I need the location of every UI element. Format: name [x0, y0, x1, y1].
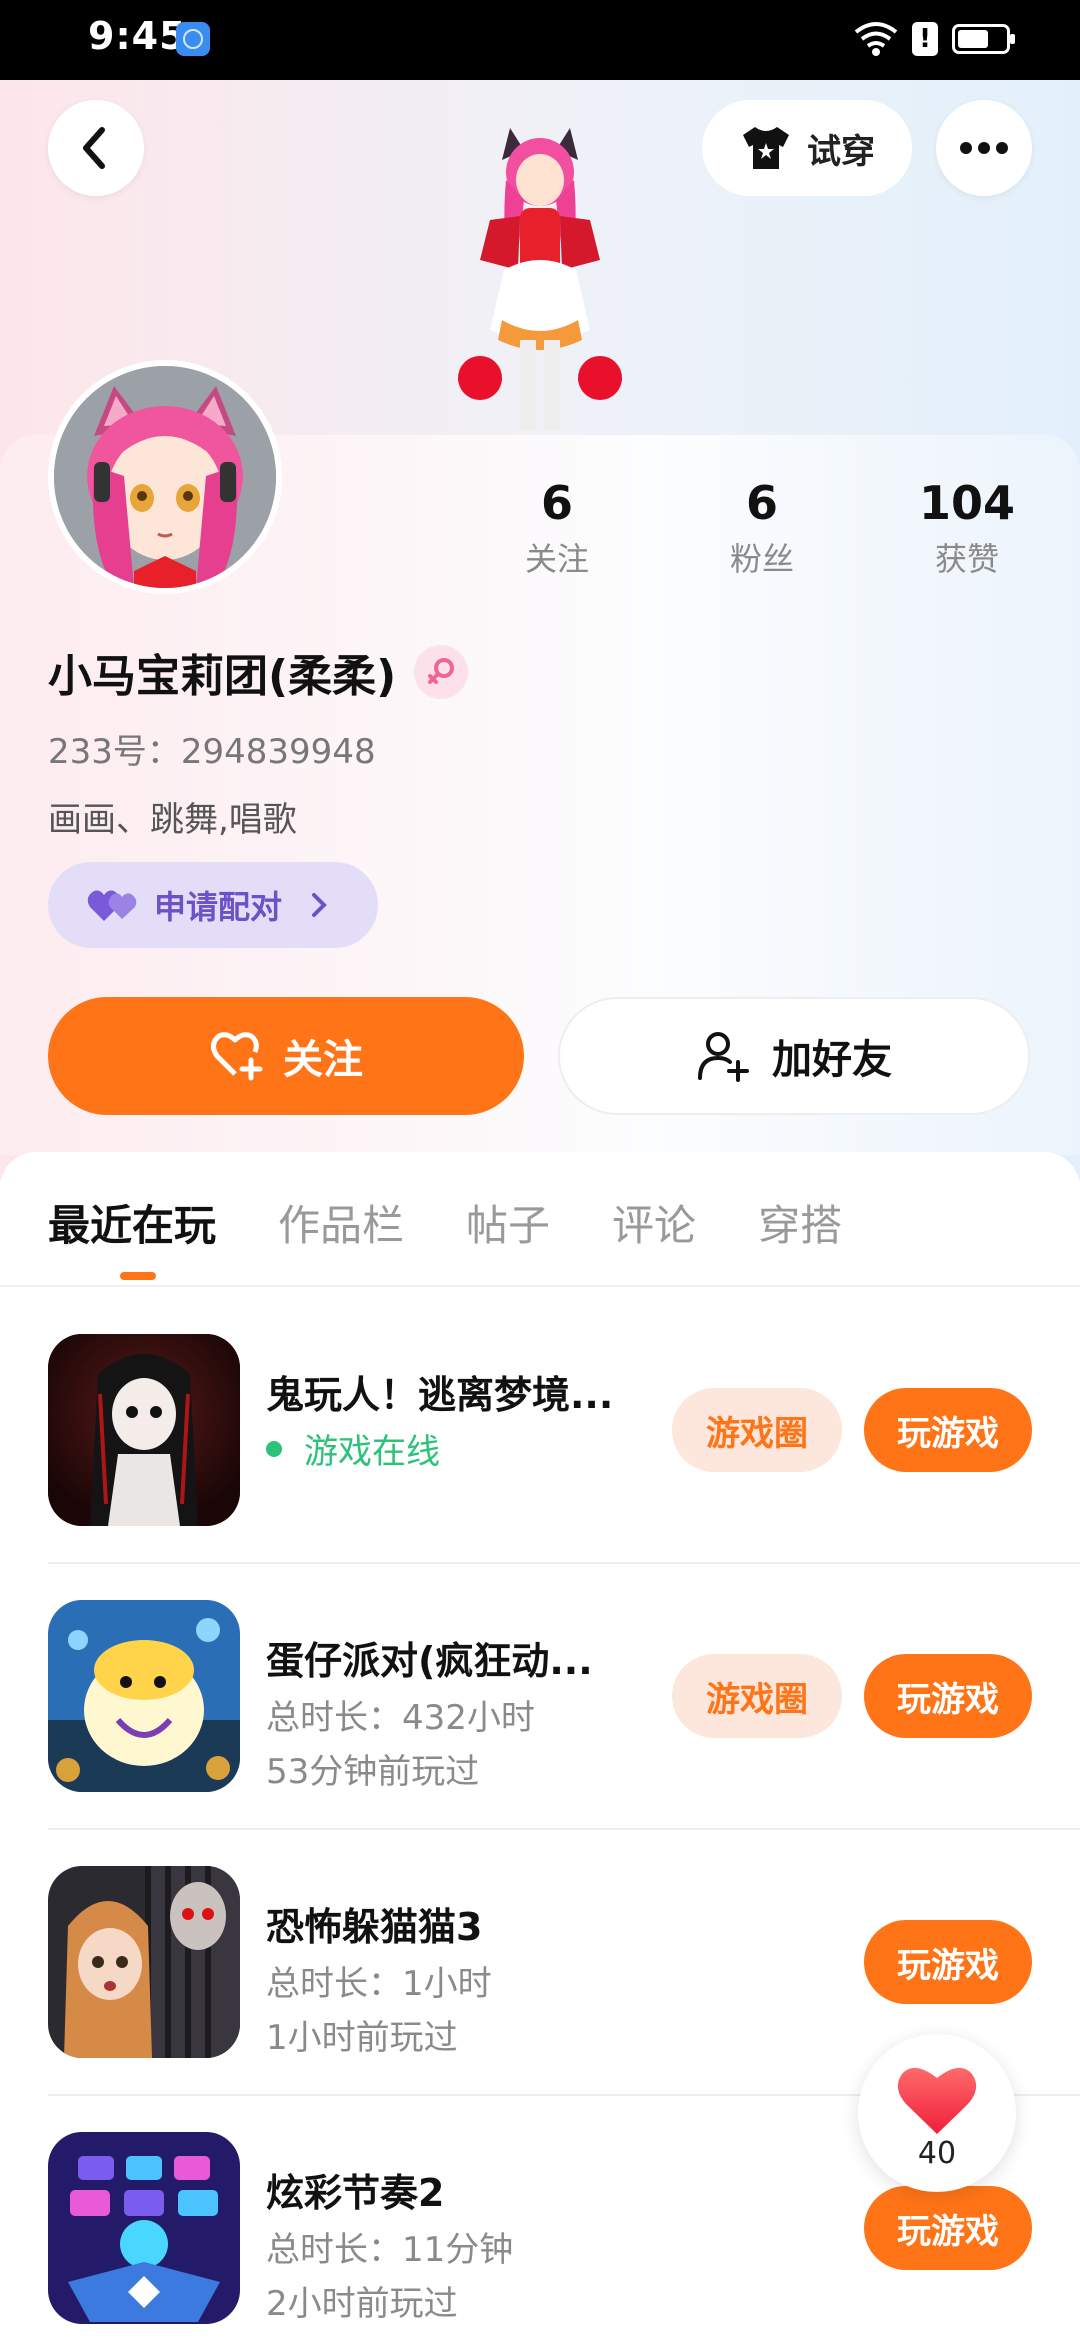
game-title: 蛋仔派对(疯狂动... [266, 1639, 593, 1683]
apply-pair-label: 申请配对 [154, 888, 283, 926]
avatar[interactable] [48, 360, 282, 594]
like-fab[interactable]: 40 [858, 2034, 1016, 2192]
game-circle-button[interactable]: 游戏圈 [672, 1654, 842, 1738]
play-game-button[interactable]: 玩游戏 [864, 1920, 1032, 2004]
game-duration: 总时长：1小时 [266, 1964, 492, 2004]
stat-fans-value: 6 [745, 476, 778, 530]
game-last-played: 53分钟前玩过 [266, 1752, 480, 1792]
stat-fans[interactable]: 6 粉丝 [682, 476, 842, 580]
tab-divider [0, 1285, 1080, 1287]
more-icon [960, 142, 1008, 154]
game-title: 鬼玩人！逃离梦境... [266, 1373, 614, 1417]
stat-likes-label: 获赞 [934, 540, 999, 578]
stat-following[interactable]: 6 关注 [477, 476, 637, 580]
list-divider [48, 1828, 1080, 1830]
user-bio: 画画、跳舞,唱歌 [48, 800, 297, 840]
wifi-icon [854, 22, 898, 56]
stat-fans-label: 粉丝 [729, 540, 794, 578]
tryon-button[interactable]: 试穿 [702, 100, 912, 196]
back-button[interactable] [48, 100, 144, 196]
tab-recently-played[interactable]: 最近在玩 [48, 1192, 216, 1280]
tryon-label: 试穿 [807, 131, 875, 172]
game-title: 恐怖躲猫猫3 [266, 1905, 483, 1949]
status-time: 9:45 [88, 14, 187, 58]
list-divider [48, 1562, 1080, 1564]
like-count: 40 [917, 2136, 957, 2171]
back-arrow-icon [83, 127, 105, 169]
battery-icon [952, 24, 1015, 54]
game-thumbnail [48, 1866, 240, 2058]
heart-icon [897, 2067, 977, 2134]
follow-label: 关注 [283, 1037, 363, 1083]
add-user-icon [698, 1032, 749, 1082]
chevron-right-icon [312, 893, 327, 917]
paired-hearts-icon [87, 890, 137, 921]
play-game-button[interactable]: 玩游戏 [864, 1388, 1032, 1472]
tshirt-icon [743, 127, 789, 169]
tab-outfits[interactable]: 穿搭 [758, 1192, 842, 1253]
female-gender-icon [414, 645, 469, 699]
apply-pair-button[interactable]: 申请配对 [48, 862, 378, 948]
game-online-label: 游戏在线 [304, 1432, 440, 1472]
follow-button[interactable]: 关注 [48, 997, 524, 1115]
game-duration: 总时长：432小时 [266, 1698, 535, 1738]
stat-likes-value: 104 [918, 476, 1016, 530]
status-bar: 9:45 ! [0, 0, 1080, 80]
user-id: 233号：294839948 [48, 732, 376, 772]
game-last-played: 1小时前玩过 [266, 2018, 458, 2058]
game-title: 炫彩节奏2 [266, 2171, 445, 2215]
tab-posts[interactable]: 帖子 [466, 1192, 550, 1253]
online-dot-icon [266, 1440, 282, 1457]
stat-following-label: 关注 [524, 540, 589, 578]
stat-likes[interactable]: 104 获赞 [887, 476, 1047, 580]
game-row[interactable]: 鬼玩人！逃离梦境... 游戏在线 游戏圈 玩游戏 [48, 1334, 1080, 1534]
profile-name: 小马宝莉团(柔柔) [48, 651, 397, 702]
alert-icon: ! [912, 22, 938, 56]
add-friend-label: 加好友 [772, 1037, 892, 1083]
app-notification-icon [176, 22, 210, 56]
profile-tabs: 最近在玩 作品栏 帖子 评论 穿搭 [48, 1192, 904, 1280]
stat-following-value: 6 [540, 476, 573, 530]
game-thumbnail [48, 1334, 240, 1526]
game-circle-button[interactable]: 游戏圈 [672, 1388, 842, 1472]
more-button[interactable] [936, 100, 1032, 196]
heart-add-icon [211, 1032, 263, 1081]
tab-comments[interactable]: 评论 [612, 1192, 696, 1253]
profile-name-row: 小马宝莉团(柔柔) [48, 640, 469, 704]
game-duration: 总时长：11分钟 [266, 2230, 514, 2270]
avatar-character-figure [458, 128, 622, 430]
tab-works[interactable]: 作品栏 [278, 1192, 404, 1253]
play-game-button[interactable]: 玩游戏 [864, 1654, 1032, 1738]
game-last-played: 2小时前玩过 [266, 2284, 458, 2324]
avatar-image [54, 366, 276, 588]
game-online-status: 游戏在线 [266, 1424, 440, 1473]
play-game-button[interactable]: 玩游戏 [864, 2186, 1032, 2270]
add-friend-button[interactable]: 加好友 [558, 997, 1030, 1115]
game-thumbnail [48, 2132, 240, 2324]
status-icons: ! [854, 20, 1015, 58]
game-thumbnail [48, 1600, 240, 1792]
game-row[interactable]: 蛋仔派对(疯狂动... 总时长：432小时 53分钟前玩过 游戏圈 玩游戏 [48, 1600, 1080, 1800]
